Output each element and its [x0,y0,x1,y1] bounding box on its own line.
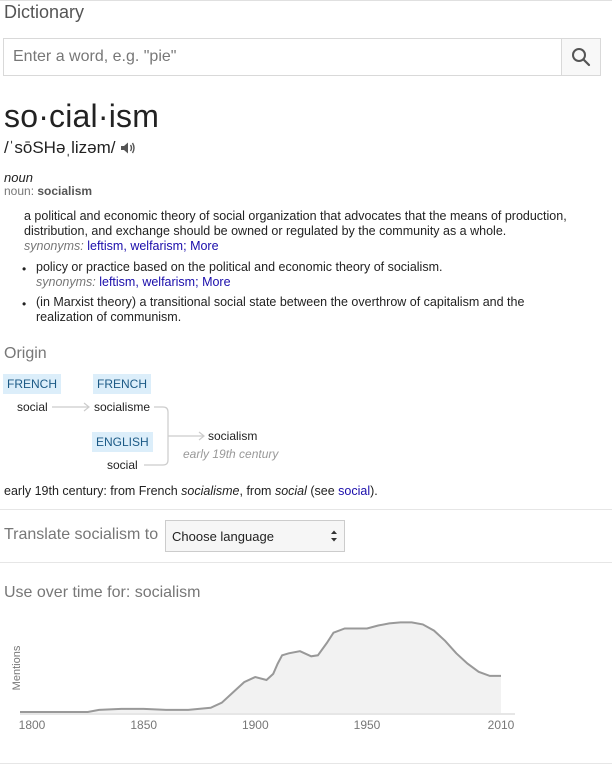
y-axis-label: Mentions [11,645,23,690]
sense-1: a political and economic theory of socia… [24,209,567,254]
origin-text: early 19th century: from French socialis… [4,484,378,498]
x-tick-label: 2010 [488,718,515,732]
usage-title: Use over time for: socialism [4,584,201,601]
etym-date: early 19th century [183,447,279,461]
usage-chart: Mentions 1800 1850 1900 1950 2010 [11,621,515,732]
language-select-value: Choose language [172,528,274,544]
origin-text-part: (see [306,484,339,498]
x-tick-label: 1800 [19,718,46,732]
inflection: noun: socialism [4,184,92,198]
x-tick-label: 1850 [130,718,157,732]
sense-2-synonyms: synonyms: leftism, welfarism; More [36,275,442,290]
speaker-icon[interactable] [119,140,137,156]
synonym-link[interactable]: welfarism; [130,239,186,253]
etym-word-socialisme: socialisme [94,400,151,414]
sense-1-synonyms: synonyms: leftism, welfarism; More [24,239,567,254]
synonym-link[interactable]: leftism, [99,275,139,289]
sense-3-line1: (in Marxist theory) a transitional socia… [36,295,525,309]
section-divider [0,509,612,510]
bullet: • [22,262,27,276]
top-divider [0,0,612,1]
select-arrows-icon [331,530,337,542]
language-tag-french: FRENCH [93,374,151,394]
synonyms-label: synonyms: [36,275,96,289]
origin-text-part: , from [239,484,275,498]
section-divider [0,763,612,764]
origin-text-part: early 19th century: from French [4,484,182,498]
sense-3-line2: realization of communism. [36,310,182,324]
translate-label: Translate socialism to [4,526,159,543]
origin-text-part: ). [370,484,378,498]
synonym-link[interactable]: welfarism; [142,275,198,289]
bullet: • [22,297,27,311]
headword: so·cial·ism [4,98,160,134]
app-title: Dictionary [4,2,85,22]
sense-1-line2: distribution, and exchange should be own… [24,224,507,238]
language-tag-english: ENGLISH [92,432,153,452]
more-synonyms-link[interactable]: More [202,275,230,289]
language-select[interactable]: Choose language [165,520,345,552]
more-synonyms-link[interactable]: More [190,239,218,253]
synonym-link[interactable]: leftism, [87,239,127,253]
inflection-label: noun: [4,184,35,198]
x-tick-label: 1950 [354,718,381,732]
origin-title: Origin [4,345,47,362]
etym-word-socialism: socialism [208,429,258,443]
origin-text-italic: socialisme [181,484,240,498]
search-icon [572,48,591,67]
phonetic-row: /ˈsōSHəˌlizəm/ [4,138,137,158]
x-tick-label: 1900 [242,718,269,732]
phonetic: /ˈsōSHəˌlizəm/ [4,138,116,157]
sense-1-line1: a political and economic theory of socia… [24,209,567,223]
etym-word-social: social [17,400,48,414]
origin-text-italic: social [274,484,307,498]
synonyms-label: synonyms: [24,239,84,253]
origin-see-link[interactable]: social [338,484,370,498]
sense-2: policy or practice based on the politica… [36,260,442,290]
search-button[interactable] [561,39,600,75]
usage-area [20,622,501,713]
language-tag-french: FRENCH [3,374,61,394]
sense-2-line1: policy or practice based on the politica… [36,260,443,274]
sense-3: (in Marxist theory) a transitional socia… [36,295,524,325]
part-of-speech: noun [4,170,33,185]
section-divider [0,562,612,563]
inflection-word: socialism [37,184,93,198]
etym-word-social-english: social [107,458,138,472]
search-input[interactable] [4,39,563,75]
search-box [3,38,601,76]
